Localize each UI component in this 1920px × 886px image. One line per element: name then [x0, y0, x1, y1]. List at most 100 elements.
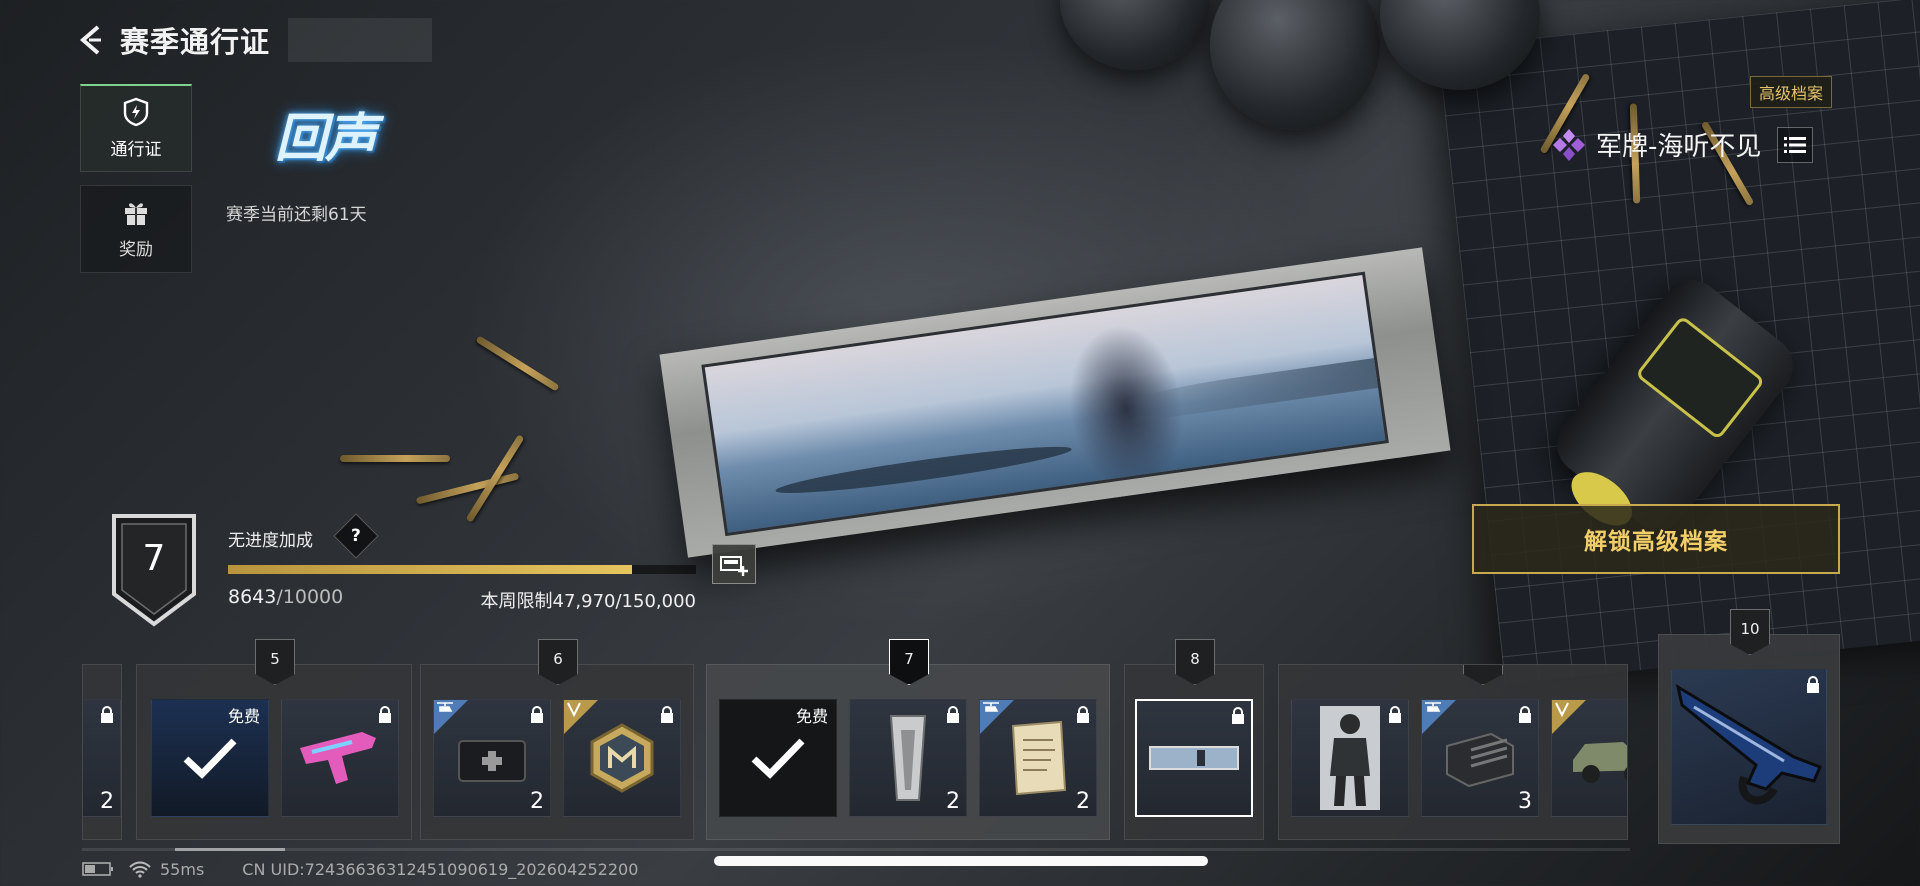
reward-card-milestone[interactable]	[1671, 669, 1827, 825]
scrollbar-thumb[interactable]	[174, 848, 285, 851]
checkmark-icon	[183, 738, 237, 779]
help-button-label: ?	[351, 526, 361, 546]
helicopter-icon	[437, 702, 453, 712]
current-level: 7	[142, 538, 166, 579]
season-remaining-text: 赛季当前还剩61天	[226, 205, 367, 225]
add-to-loadout-button[interactable]	[712, 544, 756, 584]
weapon-skin-icon	[300, 732, 376, 784]
ping-value: 55ms	[160, 859, 205, 879]
dogtag-thumbnail-icon	[1149, 746, 1239, 770]
document-icon	[1011, 720, 1067, 796]
reward-tier-10: 10	[1658, 609, 1840, 844]
reward-tier-8: 8	[1124, 639, 1264, 840]
reward-count: 2	[530, 789, 544, 814]
tier-level-badge: 9	[1463, 665, 1503, 685]
rarity-diamond-icon	[1553, 128, 1585, 161]
weapon-charm-icon	[889, 715, 927, 801]
helicopter-icon	[983, 702, 999, 712]
back-button[interactable]	[72, 20, 112, 60]
bullet-decoration	[340, 455, 450, 462]
free-tag: 免费	[795, 707, 828, 726]
reward-card[interactable]: 2	[83, 699, 121, 817]
tier-level-badge: 10	[1730, 609, 1770, 655]
grenade-decoration	[1060, 0, 1210, 70]
reward-card[interactable]: 2	[979, 699, 1097, 817]
pass-icon	[123, 97, 149, 127]
reward-tier-5: 5 免费	[136, 639, 412, 840]
reward-card[interactable]	[563, 699, 681, 817]
checkmark-icon	[751, 738, 805, 779]
weapon-blueprint-icon	[1675, 683, 1822, 805]
page-title: 赛季通行证	[120, 25, 271, 59]
reward-card[interactable]	[1551, 699, 1627, 817]
reward-card-free[interactable]: 免费	[719, 699, 837, 817]
tier-level-badge: 6	[538, 639, 578, 685]
nav-tab-label: 奖励	[119, 239, 153, 260]
reward-card[interactable]	[1291, 699, 1409, 817]
supply-crate-icon	[458, 740, 526, 782]
supply-case-icon	[1446, 732, 1514, 788]
reward-tier: 2	[82, 664, 122, 840]
battery-icon	[82, 862, 113, 876]
grenade-decoration	[1210, 0, 1380, 130]
bullet-decoration	[475, 335, 560, 392]
reward-track-scrollbar[interactable]	[82, 848, 1630, 851]
home-indicator[interactable]	[714, 856, 1208, 866]
tier-level-badge: 5	[255, 639, 295, 685]
chevron-left-icon	[79, 25, 101, 55]
help-button[interactable]: ?	[333, 513, 379, 559]
dogtag-showcase-frame	[659, 247, 1451, 558]
item-list-button[interactable]	[1777, 126, 1814, 163]
nav-tab-pass[interactable]: 通行证	[80, 84, 192, 172]
reward-tier-9: 9 3	[1278, 664, 1628, 840]
list-icon	[1784, 136, 1807, 153]
reward-track: 2 5 免费 6 2 7 免费 2 2 8 3 10	[82, 609, 1842, 854]
dogtag-artwork	[701, 271, 1389, 537]
tier-chevron-icon	[567, 702, 581, 717]
featured-item-name: 军牌-海听不见	[1596, 132, 1762, 162]
reward-count: 2	[946, 789, 960, 814]
xp-progress-bar	[228, 565, 696, 574]
user-uid: CN UID:7243663631245109061​9_20260425220…	[242, 859, 639, 879]
tier-chevron-icon	[1555, 702, 1569, 717]
xp-readout: 8643/10000	[228, 586, 343, 608]
status-bar: 55ms CN UID:7243663631245109061​9_202604…	[82, 858, 638, 880]
reward-count: 2	[1076, 789, 1090, 814]
lock-icon	[1077, 706, 1089, 723]
xp-progress-fill	[228, 565, 633, 574]
season-logo: 回声	[240, 92, 410, 174]
reward-count: 3	[1518, 789, 1532, 814]
unlock-premium-button[interactable]: 解锁高级档案	[1472, 504, 1840, 574]
reward-card[interactable]: 2	[433, 699, 551, 817]
reward-tier-6: 6 2	[420, 639, 694, 840]
tier-level-badge: 8	[1175, 639, 1215, 685]
nav-tab-rewards[interactable]: 奖励	[80, 185, 192, 273]
lock-icon	[661, 706, 673, 723]
lock-icon	[1389, 706, 1401, 723]
operator-skin-icon	[1320, 706, 1380, 810]
bullet-decoration	[415, 472, 520, 505]
lock-icon	[531, 706, 543, 723]
lock-icon	[101, 706, 113, 723]
tier-level-badge-current: 7	[889, 639, 929, 685]
reward-card-free[interactable]: 免费	[151, 699, 269, 817]
reward-card[interactable]: 2	[849, 699, 967, 817]
reward-tier-7: 7 免费 2 2	[706, 639, 1110, 840]
nav-tab-label: 通行证	[110, 140, 162, 160]
free-tag: 免费	[227, 707, 260, 726]
lock-icon	[1519, 706, 1531, 723]
reward-card-selected[interactable]	[1135, 699, 1253, 817]
featured-item-row: 军牌-海听不见	[1552, 126, 1814, 163]
gift-icon	[125, 202, 147, 225]
weekly-limit-text: 本周限制47,970/150,000	[480, 591, 696, 612]
reward-card[interactable]: 3	[1421, 699, 1539, 817]
xp-total: /10000	[276, 586, 344, 608]
lock-icon	[947, 706, 959, 723]
reward-card[interactable]	[281, 699, 399, 817]
wifi-icon	[129, 861, 151, 878]
vehicle-skin-icon	[1573, 742, 1627, 783]
xp-boost-label: 无进度加成	[228, 531, 313, 551]
card-add-icon	[720, 556, 748, 576]
season-logo-text: 回声	[274, 107, 377, 169]
premium-badge: 高级档案	[1750, 76, 1833, 108]
